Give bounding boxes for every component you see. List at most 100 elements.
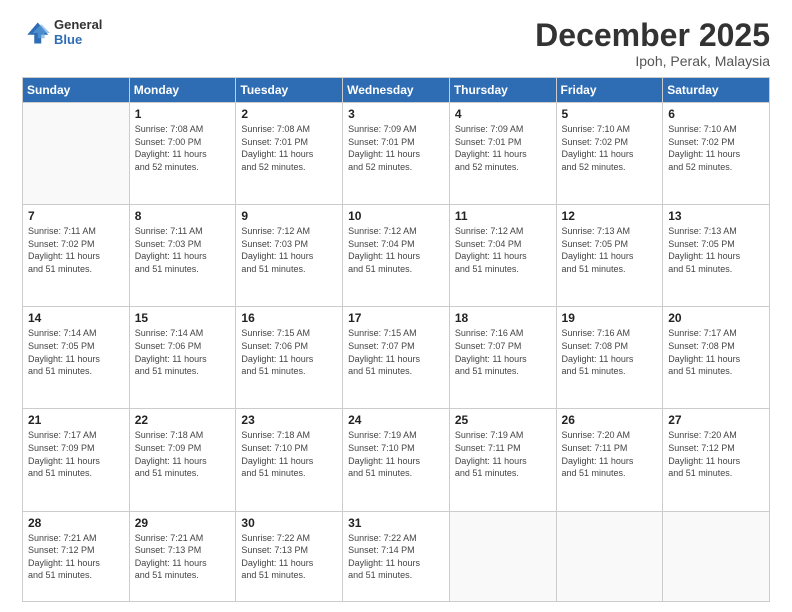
table-row: 17Sunrise: 7:15 AMSunset: 7:07 PMDayligh… [343,307,450,409]
header-saturday: Saturday [663,78,770,103]
table-row: 29Sunrise: 7:21 AMSunset: 7:13 PMDayligh… [129,511,236,602]
table-row [23,103,130,205]
day-info: Sunrise: 7:16 AMSunset: 7:07 PMDaylight:… [455,327,551,377]
day-number: 20 [668,311,764,325]
day-number: 4 [455,107,551,121]
table-row: 1 Sunrise: 7:08 AMSunset: 7:00 PMDaylight… [129,103,236,205]
day-number: 9 [241,209,337,223]
day-number: 26 [562,413,658,427]
table-row: 8Sunrise: 7:11 AMSunset: 7:03 PMDaylight… [129,205,236,307]
day-number: 14 [28,311,124,325]
day-number: 13 [668,209,764,223]
logo: General Blue [22,18,102,48]
table-row: 3Sunrise: 7:09 AMSunset: 7:01 PMDaylight… [343,103,450,205]
day-info: Sunrise: 7:15 AMSunset: 7:07 PMDaylight:… [348,327,444,377]
day-info: Sunrise: 7:12 AMSunset: 7:04 PMDaylight:… [455,225,551,275]
day-info: Sunrise: 7:19 AMSunset: 7:10 PMDaylight:… [348,429,444,479]
day-number: 19 [562,311,658,325]
table-row: 23 Sunrise: 7:18 AMSunset: 7:10 PMDayligh… [236,409,343,511]
page: General Blue December 2025 Ipoh, Perak, … [0,0,792,612]
table-row: 15 Sunrise: 7:14 AMSunset: 7:06 PMDayligh… [129,307,236,409]
header-monday: Monday [129,78,236,103]
location: Ipoh, Perak, Malaysia [535,53,770,69]
day-number: 31 [348,516,444,530]
table-row: 19Sunrise: 7:16 AMSunset: 7:08 PMDayligh… [556,307,663,409]
day-number: 2 [241,107,337,121]
day-number: 10 [348,209,444,223]
day-info: Sunrise: 7:12 AMSunset: 7:03 PMDaylight:… [241,225,337,275]
day-info: Sunrise: 7:22 AMSunset: 7:14 PMDaylight:… [348,532,444,582]
day-number: 5 [562,107,658,121]
table-row [556,511,663,602]
day-info: Sunrise: 7:17 AMSunset: 7:08 PMDaylight:… [668,327,764,377]
header-friday: Friday [556,78,663,103]
table-row: 16 Sunrise: 7:15 AMSunset: 7:06 PMDayligh… [236,307,343,409]
day-number: 29 [135,516,231,530]
title-block: December 2025 Ipoh, Perak, Malaysia [535,18,770,69]
table-row: 27Sunrise: 7:20 AMSunset: 7:12 PMDayligh… [663,409,770,511]
logo-icon [22,19,50,47]
day-number: 11 [455,209,551,223]
calendar-table: Sunday Monday Tuesday Wednesday Thursday… [22,77,770,602]
table-row [449,511,556,602]
table-row: 25Sunrise: 7:19 AMSunset: 7:11 PMDayligh… [449,409,556,511]
day-info: Sunrise: 7:10 AMSunset: 7:02 PMDaylight:… [668,123,764,173]
table-row: 31 Sunrise: 7:22 AMSunset: 7:14 PMDayligh… [343,511,450,602]
day-info: Sunrise: 7:14 AMSunset: 7:06 PMDaylight:… [135,327,231,377]
day-number: 6 [668,107,764,121]
day-info: Sunrise: 7:14 AMSunset: 7:05 PMDaylight:… [28,327,124,377]
table-row: 13 Sunrise: 7:13 AMSunset: 7:05 PMDayligh… [663,205,770,307]
table-row: 21Sunrise: 7:17 AMSunset: 7:09 PMDayligh… [23,409,130,511]
table-row: 18Sunrise: 7:16 AMSunset: 7:07 PMDayligh… [449,307,556,409]
table-row: 2 Sunrise: 7:08 AMSunset: 7:01 PMDaylight… [236,103,343,205]
day-info: Sunrise: 7:08 AMSunset: 7:00 PMDaylight:… [135,123,231,173]
day-info: Sunrise: 7:09 AMSunset: 7:01 PMDaylight:… [455,123,551,173]
day-info: Sunrise: 7:11 AMSunset: 7:03 PMDaylight:… [135,225,231,275]
table-row: 22 Sunrise: 7:18 AMSunset: 7:09 PMDayligh… [129,409,236,511]
day-info: Sunrise: 7:22 AMSunset: 7:13 PMDaylight:… [241,532,337,582]
day-info: Sunrise: 7:09 AMSunset: 7:01 PMDaylight:… [348,123,444,173]
day-number: 22 [135,413,231,427]
day-info: Sunrise: 7:10 AMSunset: 7:02 PMDaylight:… [562,123,658,173]
day-info: Sunrise: 7:18 AMSunset: 7:10 PMDaylight:… [241,429,337,479]
header-sunday: Sunday [23,78,130,103]
day-info: Sunrise: 7:08 AMSunset: 7:01 PMDaylight:… [241,123,337,173]
day-number: 7 [28,209,124,223]
table-row: 11 Sunrise: 7:12 AMSunset: 7:04 PMDayligh… [449,205,556,307]
table-row: 30 Sunrise: 7:22 AMSunset: 7:13 PMDayligh… [236,511,343,602]
day-info: Sunrise: 7:20 AMSunset: 7:12 PMDaylight:… [668,429,764,479]
table-row: 26 Sunrise: 7:20 AMSunset: 7:11 PMDayligh… [556,409,663,511]
day-info: Sunrise: 7:15 AMSunset: 7:06 PMDaylight:… [241,327,337,377]
day-number: 24 [348,413,444,427]
logo-blue: Blue [54,33,102,48]
day-number: 23 [241,413,337,427]
day-info: Sunrise: 7:19 AMSunset: 7:11 PMDaylight:… [455,429,551,479]
header-wednesday: Wednesday [343,78,450,103]
day-number: 16 [241,311,337,325]
day-number: 15 [135,311,231,325]
day-info: Sunrise: 7:13 AMSunset: 7:05 PMDaylight:… [562,225,658,275]
day-info: Sunrise: 7:17 AMSunset: 7:09 PMDaylight:… [28,429,124,479]
table-row: 9 Sunrise: 7:12 AMSunset: 7:03 PMDaylight… [236,205,343,307]
table-row: 7 Sunrise: 7:11 AMSunset: 7:02 PMDaylight… [23,205,130,307]
header-tuesday: Tuesday [236,78,343,103]
day-info: Sunrise: 7:13 AMSunset: 7:05 PMDaylight:… [668,225,764,275]
header-thursday: Thursday [449,78,556,103]
logo-general: General [54,18,102,33]
day-info: Sunrise: 7:12 AMSunset: 7:04 PMDaylight:… [348,225,444,275]
day-number: 30 [241,516,337,530]
table-row: 12 Sunrise: 7:13 AMSunset: 7:05 PMDayligh… [556,205,663,307]
table-row: 14 Sunrise: 7:14 AMSunset: 7:05 PMDayligh… [23,307,130,409]
day-number: 12 [562,209,658,223]
day-number: 1 [135,107,231,121]
day-info: Sunrise: 7:20 AMSunset: 7:11 PMDaylight:… [562,429,658,479]
calendar-header-row: Sunday Monday Tuesday Wednesday Thursday… [23,78,770,103]
day-info: Sunrise: 7:18 AMSunset: 7:09 PMDaylight:… [135,429,231,479]
day-number: 28 [28,516,124,530]
month-title: December 2025 [535,18,770,53]
table-row [663,511,770,602]
table-row: 10 Sunrise: 7:12 AMSunset: 7:04 PMDayligh… [343,205,450,307]
day-info: Sunrise: 7:11 AMSunset: 7:02 PMDaylight:… [28,225,124,275]
table-row: 24 Sunrise: 7:19 AMSunset: 7:10 PMDayligh… [343,409,450,511]
table-row: 20 Sunrise: 7:17 AMSunset: 7:08 PMDayligh… [663,307,770,409]
